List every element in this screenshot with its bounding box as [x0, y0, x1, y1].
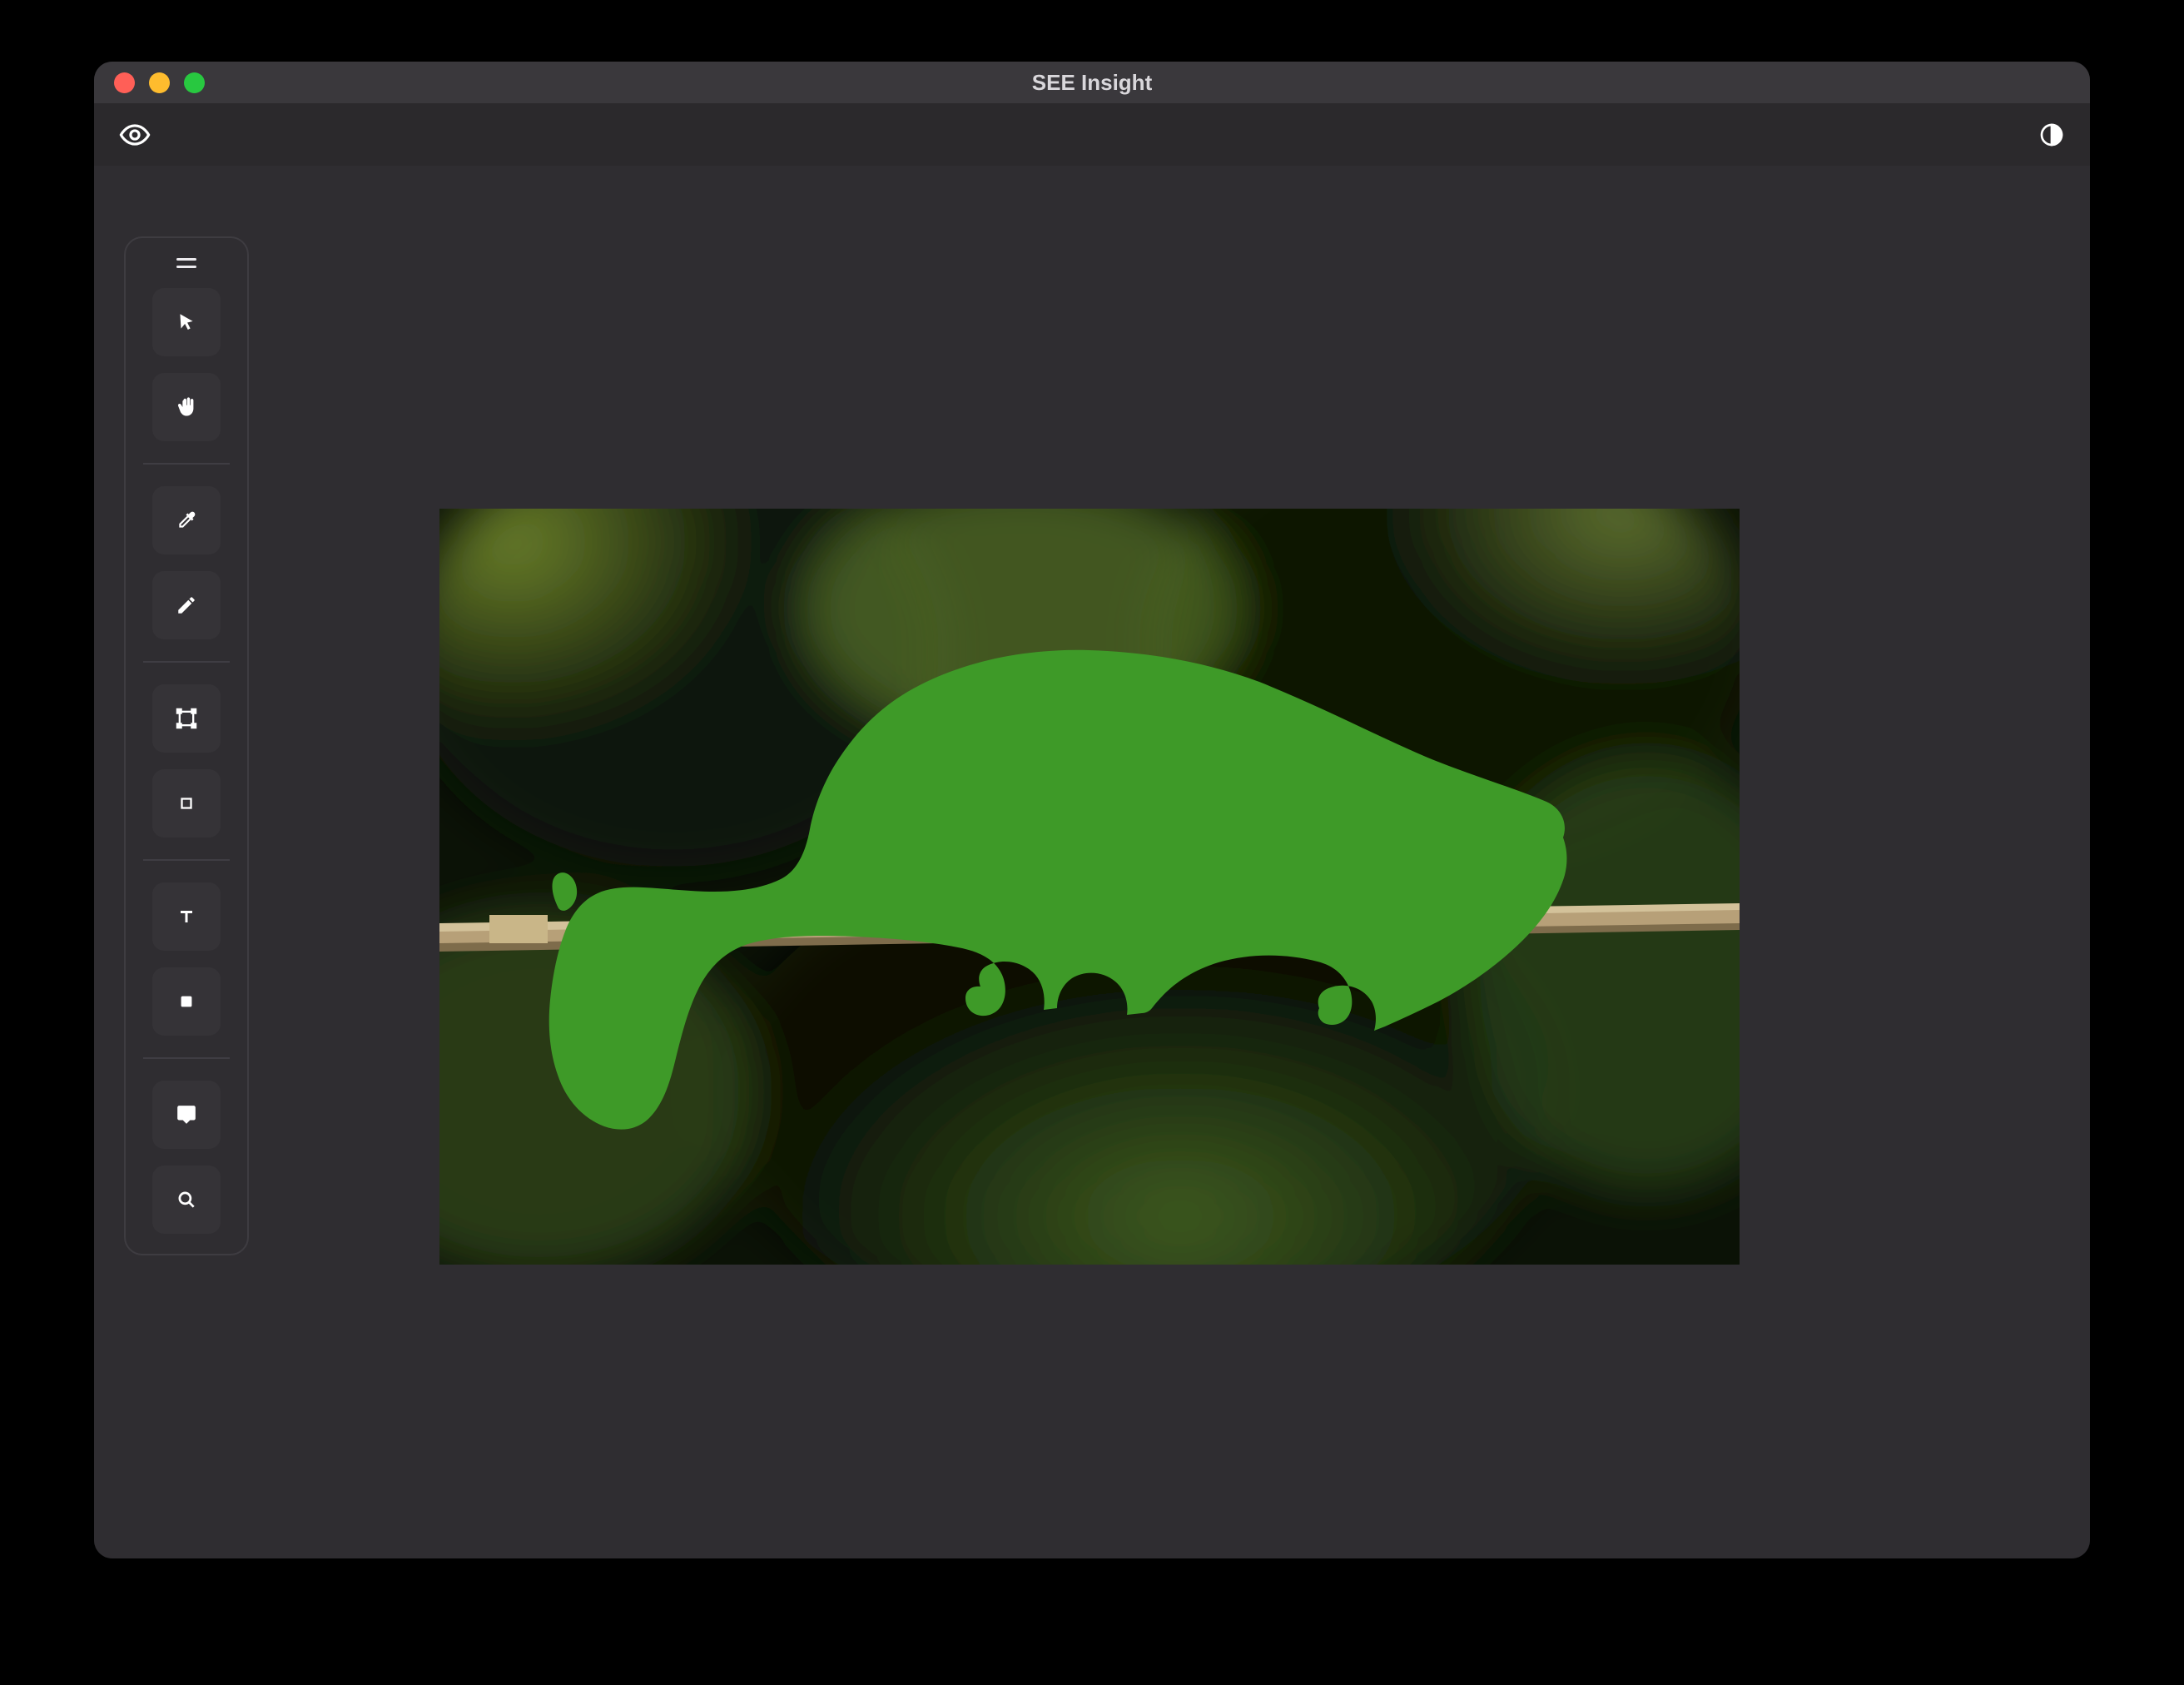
comment-icon — [176, 1104, 197, 1126]
tool-separator — [143, 463, 230, 465]
cursor-tool[interactable] — [152, 288, 221, 356]
app-window: SEE Insight — [94, 62, 2090, 1558]
maximize-window-button[interactable] — [184, 72, 205, 93]
traffic-lights — [114, 72, 205, 93]
pan-tool[interactable] — [152, 373, 221, 441]
view-visibility-button[interactable] — [119, 119, 151, 151]
close-window-button[interactable] — [114, 72, 135, 93]
window-title: SEE Insight — [94, 70, 2090, 96]
drag-handle-icon[interactable] — [176, 250, 196, 276]
search-icon — [176, 1189, 197, 1210]
cursor-icon — [176, 311, 197, 333]
eyedropper-icon — [176, 509, 197, 531]
eye-icon — [119, 119, 151, 151]
rectangle-outline-icon — [177, 794, 196, 813]
chameleon-mask — [549, 650, 1567, 1130]
bounding-box-tool[interactable] — [152, 684, 221, 753]
tool-separator — [143, 859, 230, 861]
text-icon — [176, 907, 196, 927]
top-toolbar — [94, 103, 2090, 166]
contrast-icon — [2038, 122, 2065, 148]
canvas-foreground — [439, 509, 1740, 1265]
text-tool[interactable] — [152, 882, 221, 951]
rectangle-tool[interactable] — [152, 769, 221, 838]
hand-icon — [175, 395, 198, 419]
canvas[interactable] — [439, 509, 1740, 1265]
comment-tool[interactable] — [152, 1081, 221, 1149]
minimize-window-button[interactable] — [149, 72, 170, 93]
eyedropper-tool[interactable] — [152, 486, 221, 554]
tool-panel — [124, 236, 249, 1255]
search-tool[interactable] — [152, 1166, 221, 1234]
tool-separator — [143, 661, 230, 663]
stop-icon — [177, 992, 196, 1011]
titlebar: SEE Insight — [94, 62, 2090, 103]
pencil-icon — [176, 594, 197, 616]
stop-tool[interactable] — [152, 967, 221, 1036]
tool-separator — [143, 1057, 230, 1059]
theme-toggle-button[interactable] — [2038, 122, 2065, 148]
content-area — [94, 166, 2090, 1558]
pencil-tool[interactable] — [152, 571, 221, 639]
bounding-box-icon — [175, 707, 198, 730]
